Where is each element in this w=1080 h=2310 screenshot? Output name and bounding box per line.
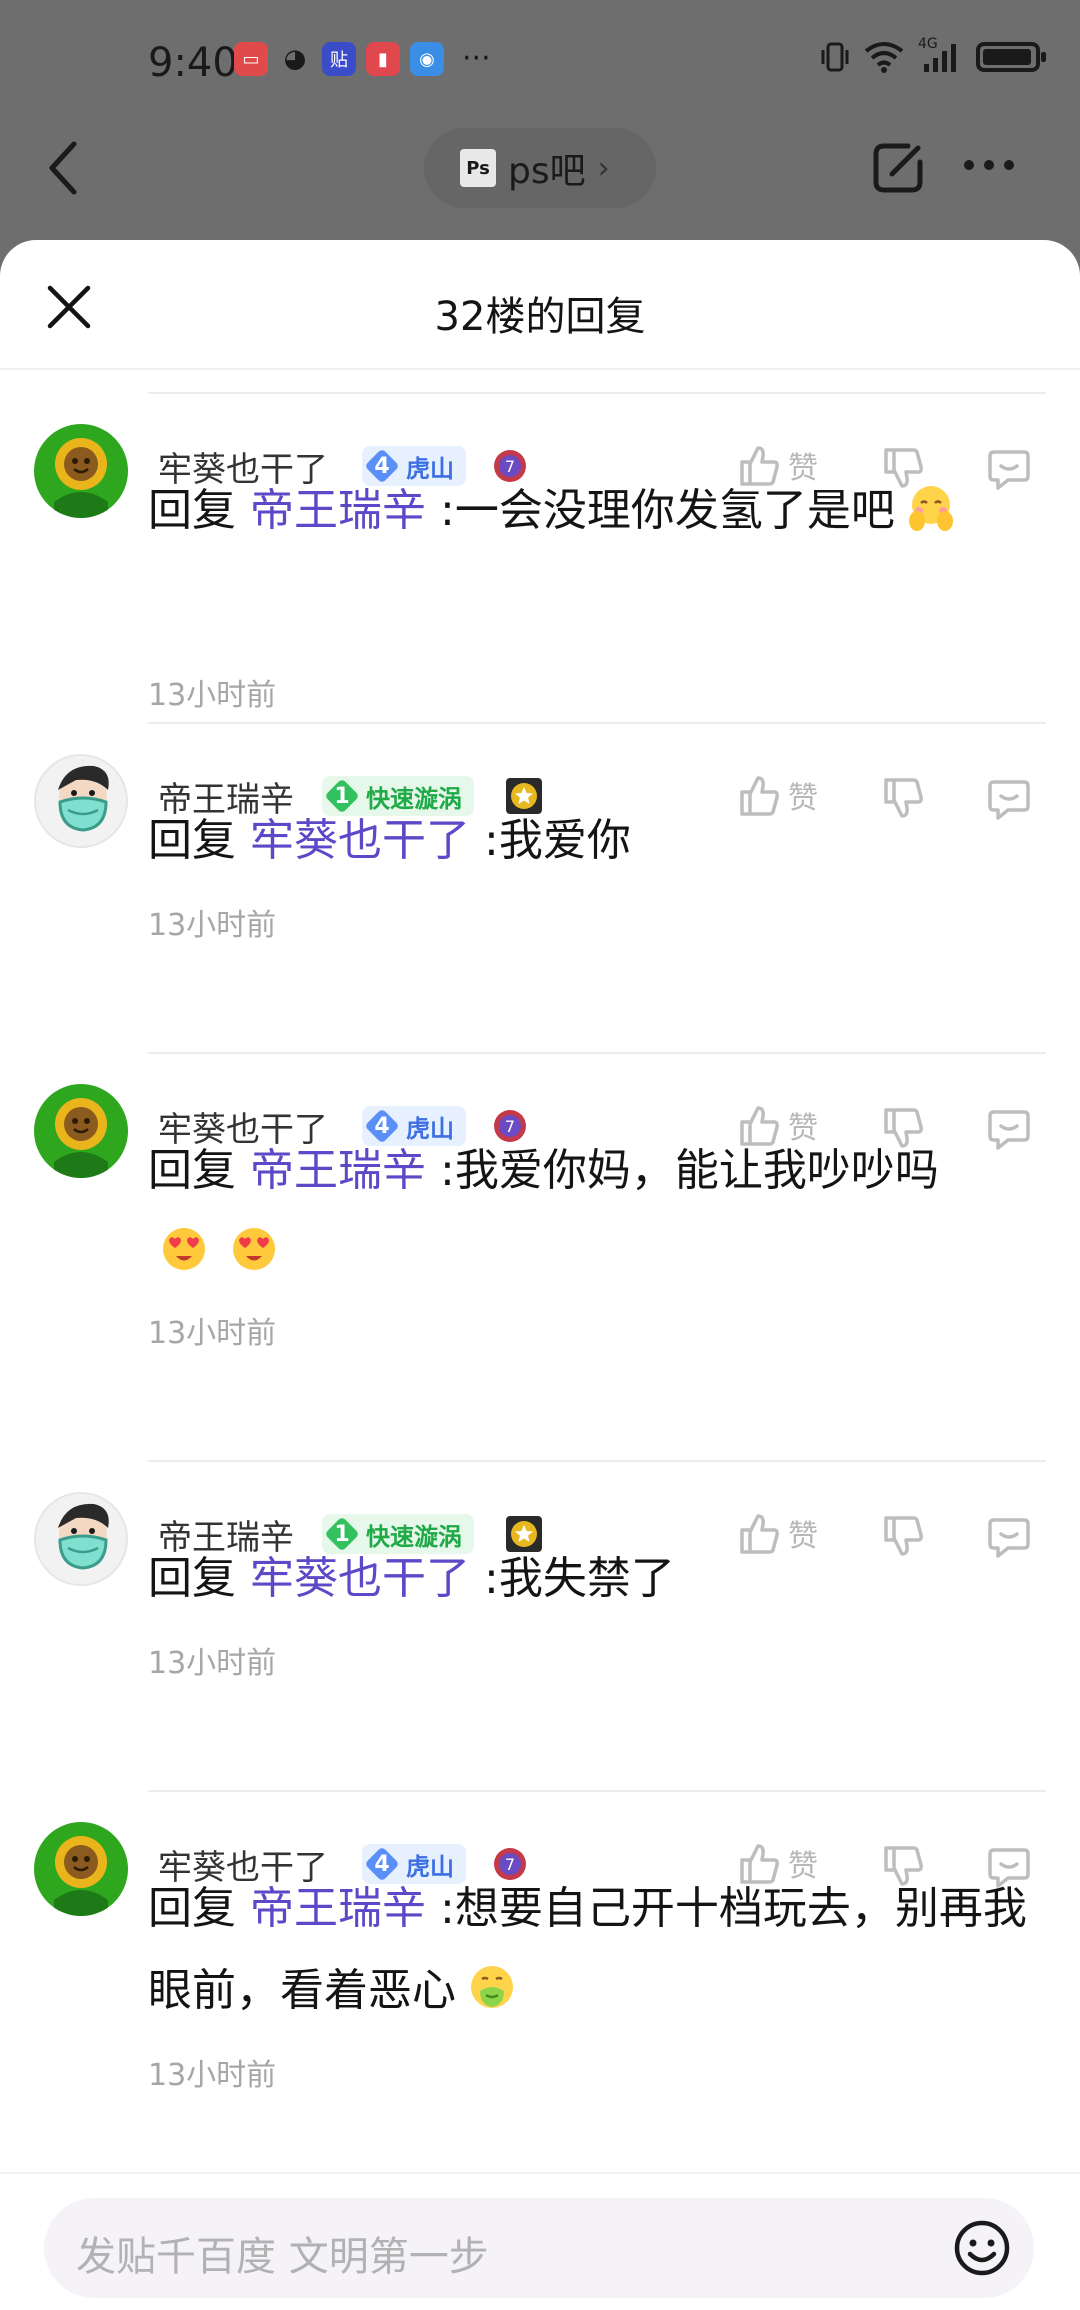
divider xyxy=(148,1460,1046,1462)
reply-prefix: 回复 xyxy=(148,1145,236,1196)
book-icon: ▮ xyxy=(366,42,400,76)
divider xyxy=(148,392,1046,394)
reply-prefix: 回复 xyxy=(148,1553,236,1604)
level-number: 4 xyxy=(374,1851,390,1877)
status-bar: 9:40 ▭ ◕ 贴 ▮ ◉ ··· 4G xyxy=(0,0,1080,120)
more-notifications-icon: ··· xyxy=(462,41,491,76)
vibrate-icon xyxy=(821,42,849,72)
timestamp: 13小时前 xyxy=(148,908,277,943)
sunflower-avatar-icon xyxy=(54,1098,108,1178)
battery-icon xyxy=(976,42,1046,72)
mention-link[interactable]: 帝王瑞辛 xyxy=(250,1145,426,1196)
level-number: 1 xyxy=(334,783,350,809)
sunflower-avatar-icon xyxy=(54,438,108,518)
reply-text: :一会没理你发氢了是吧 xyxy=(440,485,895,536)
blush-hands-emoji xyxy=(908,486,953,531)
reply-text: :我爱你妈，能让我吵吵吗 xyxy=(440,1145,939,1196)
more-options-button[interactable] xyxy=(964,150,1024,180)
reply-text: :我失禁了 xyxy=(484,1553,675,1604)
sheet-title: 32楼的回复 xyxy=(434,294,646,340)
reply-input[interactable]: 发贴千百度 文明第一步 xyxy=(44,2198,1034,2298)
reply-prefix: 回复 xyxy=(148,485,236,536)
reply-content: 回复 帝王瑞辛:想要自己开十档玩去，别再我眼前，看着恶心 xyxy=(148,1868,1048,2032)
wifi-icon xyxy=(864,42,904,73)
reply-content: 回复 牢葵也干了 :我爱你 xyxy=(148,800,1048,882)
status-app-icons: ▭ ◕ 贴 ▮ ◉ ··· xyxy=(234,42,491,76)
level-number: 4 xyxy=(374,453,390,479)
avatar[interactable] xyxy=(34,424,128,518)
level-number: 1 xyxy=(334,1521,350,1547)
mention-link[interactable]: 帝王瑞辛 xyxy=(250,1883,426,1934)
heart-eyes-emoji xyxy=(233,1228,275,1270)
timestamp: 13小时前 xyxy=(148,2058,277,2093)
reply-text: :我爱你 xyxy=(484,815,631,866)
reply-content: 回复 帝王瑞辛 :一会没理你发氢了是吧 xyxy=(148,470,1048,552)
wechat-icon: ◕ xyxy=(283,44,307,74)
mention-link[interactable]: 牢葵也干了 xyxy=(250,815,470,866)
reply-prefix: 回复 xyxy=(148,1883,236,1934)
divider xyxy=(148,722,1046,724)
network-type: 4G xyxy=(918,36,938,52)
back-button[interactable] xyxy=(44,138,84,198)
timestamp: 13小时前 xyxy=(148,1316,277,1351)
emoji-button[interactable] xyxy=(952,2218,1012,2278)
forum-logo: Ps xyxy=(460,149,496,187)
reply-sheet: 32楼的回复 牢葵也干了 4 虎山 7 赞 回复 帝王瑞辛:一会没理你发氢了是… xyxy=(0,240,1080,2310)
browser-icon: ◉ xyxy=(410,42,444,76)
masked-face-avatar-icon xyxy=(58,1503,109,1570)
reply-input-placeholder: 发贴千百度 文明第一步 xyxy=(76,2234,489,2280)
avatar[interactable] xyxy=(34,1084,128,1178)
composer-bar: 发贴千百度 文明第一步 xyxy=(0,2172,1080,2310)
avatar[interactable] xyxy=(34,754,128,848)
tieba-icon: 贴 xyxy=(322,42,356,76)
divider xyxy=(148,1790,1046,1792)
huawei-store-icon: ▭ xyxy=(234,42,268,76)
masked-face-avatar-icon xyxy=(58,765,109,832)
level-number: 4 xyxy=(374,1113,390,1139)
divider xyxy=(148,1052,1046,1054)
chevron-left-icon xyxy=(49,141,77,195)
mention-link[interactable]: 牢葵也干了 xyxy=(250,1553,470,1604)
status-right: 4G xyxy=(820,36,1046,74)
avatar[interactable] xyxy=(34,1822,128,1916)
nauseated-emoji xyxy=(471,1966,513,2008)
edit-button[interactable] xyxy=(868,138,928,198)
smiley-icon xyxy=(954,2220,1010,2276)
forum-name: ps吧 xyxy=(508,151,586,192)
chevron-right-icon: › xyxy=(597,150,610,186)
sunflower-avatar-icon xyxy=(54,1836,108,1916)
avatar[interactable] xyxy=(34,1492,128,1586)
sheet-header: 32楼的回复 xyxy=(0,240,1080,370)
reply-content: 回复 帝王瑞辛 :我爱你妈，能让我吵吵吗 xyxy=(148,1130,1048,1294)
status-time: 9:40 xyxy=(148,40,238,86)
timestamp: 13小时前 xyxy=(148,678,277,713)
reply-prefix: 回复 xyxy=(148,815,236,866)
mention-link[interactable]: 帝王瑞辛 xyxy=(250,485,426,536)
signal-icon: 4G xyxy=(918,36,962,74)
edit-icon xyxy=(873,143,923,193)
forum-chip[interactable]: Ps ps吧 › xyxy=(424,128,656,208)
reply-content: 回复 牢葵也干了 :我失禁了 xyxy=(148,1538,1048,1620)
heart-eyes-emoji xyxy=(163,1228,205,1270)
timestamp: 13小时前 xyxy=(148,1646,277,1681)
